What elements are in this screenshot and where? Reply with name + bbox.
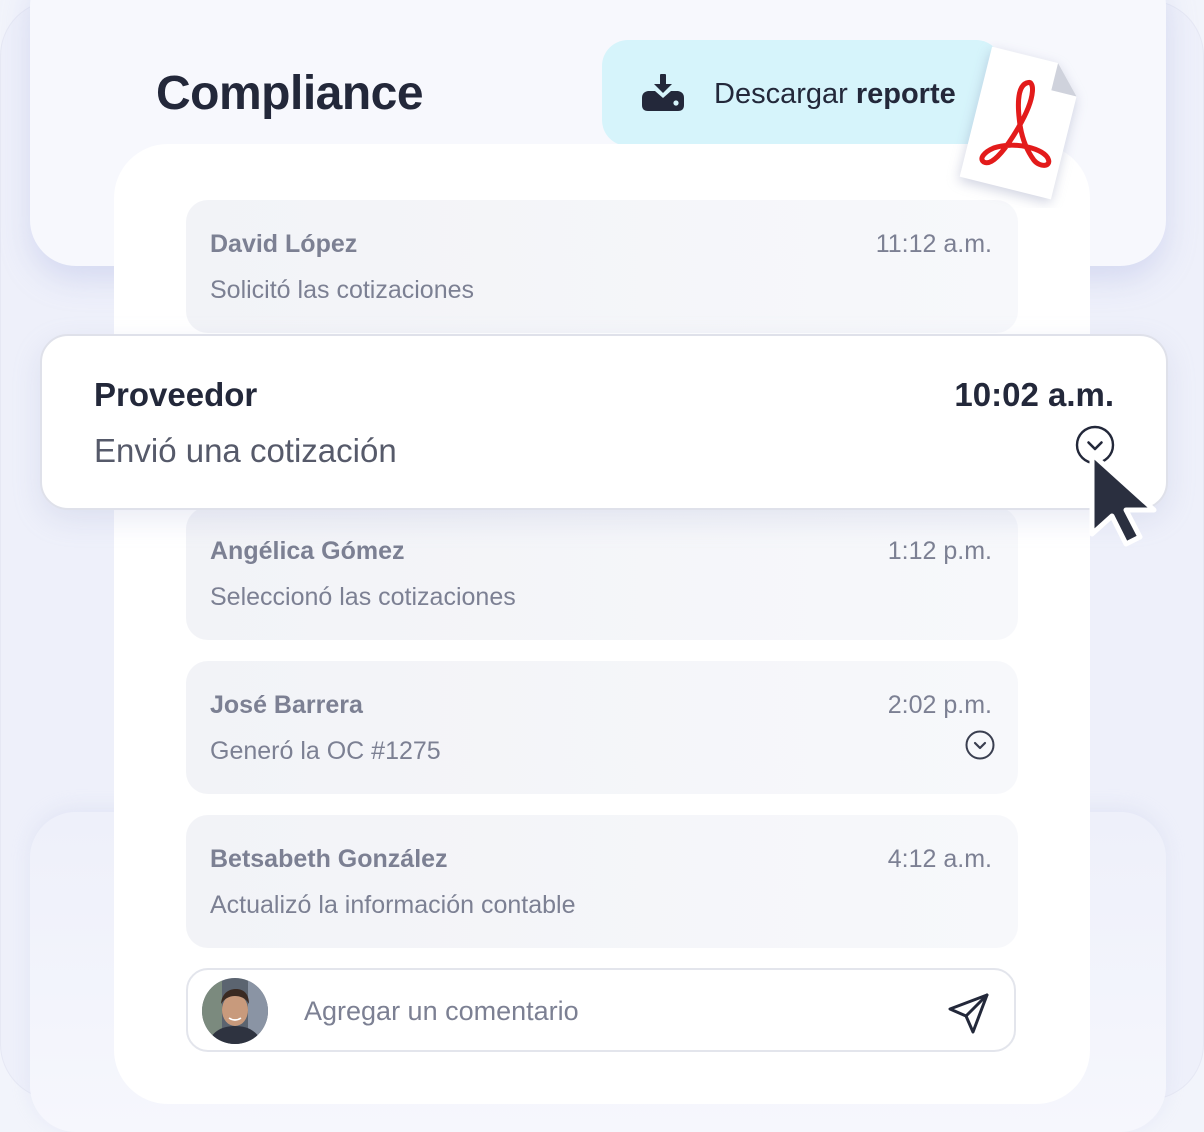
entry-author: David López bbox=[210, 230, 358, 258]
featured-entry-action: Envió una cotización bbox=[94, 432, 397, 469]
download-report-label: Descargar reporte bbox=[714, 78, 956, 110]
timeline-entry[interactable]: Betsabeth González Actualizó la informac… bbox=[186, 815, 1018, 948]
comment-input[interactable] bbox=[302, 990, 906, 1032]
entry-time: 4:12 a.m. bbox=[887, 845, 992, 873]
featured-entry-author: Proveedor bbox=[94, 376, 258, 413]
page-title: Compliance bbox=[156, 67, 424, 120]
entry-action: Generó la OC #1275 bbox=[210, 737, 441, 765]
entry-action: Actualizó la información contable bbox=[210, 891, 576, 919]
entry-time: 1:12 p.m. bbox=[887, 537, 992, 565]
entry-author: José Barrera bbox=[210, 691, 363, 719]
timeline-entry[interactable]: David López Solicitó las cotizaciones 11… bbox=[186, 200, 1018, 333]
send-icon[interactable] bbox=[946, 990, 992, 1036]
user-avatar bbox=[202, 978, 268, 1044]
download-icon bbox=[642, 74, 684, 111]
timeline-entry[interactable]: José Barrera Generó la OC #1275 2:02 p.m… bbox=[186, 661, 1018, 794]
entry-author: Betsabeth González bbox=[210, 845, 448, 873]
timeline-entry[interactable]: Angélica Gómez Seleccionó las cotizacion… bbox=[186, 507, 1018, 640]
mouse-cursor-icon bbox=[1089, 451, 1157, 547]
entry-author: Angélica Gómez bbox=[210, 537, 405, 565]
entry-action: Seleccionó las cotizaciones bbox=[210, 583, 516, 611]
entry-time: 11:12 a.m. bbox=[875, 230, 992, 258]
featured-entry[interactable]: Proveedor Envió una cotización 10:02 a.m… bbox=[40, 334, 1168, 510]
avatar-image bbox=[202, 978, 268, 1044]
entry-time: 2:02 p.m. bbox=[887, 691, 992, 719]
comment-bar bbox=[186, 968, 1016, 1052]
entry-action: Solicitó las cotizaciones bbox=[210, 276, 475, 304]
chevron-down-circle-icon[interactable] bbox=[964, 729, 996, 761]
featured-entry-time: 10:02 a.m. bbox=[954, 376, 1114, 413]
pdf-file-icon bbox=[959, 46, 1077, 200]
